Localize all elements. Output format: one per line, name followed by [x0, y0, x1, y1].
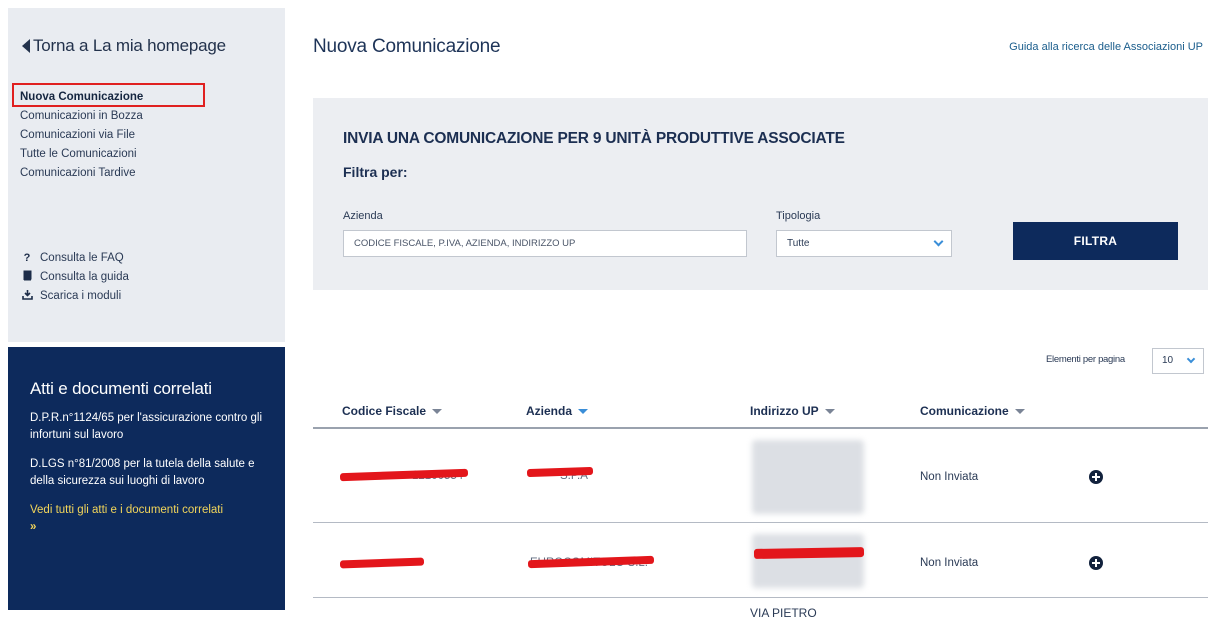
page-title: Nuova Comunicazione [313, 36, 501, 57]
sort-caret-icon [432, 408, 443, 414]
filter-by-label: Filtra per: [343, 164, 408, 180]
chevron-down-icon [1186, 354, 1196, 364]
help-links: ? Consulta le FAQ Consulta la guida Scar… [20, 248, 129, 305]
guide-link-sidebar[interactable]: Consulta la guida [20, 267, 129, 286]
azienda-search-input[interactable]: CODICE FISCALE, P.IVA, AZIENDA, INDIRIZZ… [343, 230, 747, 257]
sort-caret-icon [824, 408, 835, 414]
related-documents-title: Atti e documenti correlati [30, 379, 212, 398]
download-modules-link[interactable]: Scarica i moduli [20, 286, 129, 305]
blurred-address [752, 440, 864, 514]
see-all-related-label: Vedi tutti gli atti e i documenti correl… [30, 504, 224, 516]
sort-caret-icon [578, 408, 589, 414]
related-doc-link-dlgs[interactable]: D.LGS n°81/2008 per la tutela della salu… [30, 456, 273, 490]
faq-link[interactable]: ? Consulta le FAQ [20, 248, 129, 267]
column-header-label: Codice Fiscale [342, 404, 427, 418]
tipologia-label: Tipologia [776, 210, 821, 222]
double-chevron-right-icon: » [30, 521, 37, 533]
add-circle-icon[interactable] [1089, 470, 1103, 484]
sidebar-item-tutte-comunicazioni[interactable]: Tutte le Comunicazioni [20, 145, 143, 164]
guide-associazioni-link[interactable]: Guida alla ricerca delle Associazioni UP [1009, 41, 1203, 53]
next-row-address: VIA PIETRO [750, 606, 817, 620]
row-divider [313, 597, 1208, 598]
faq-link-label: Consulta le FAQ [40, 251, 124, 264]
items-per-page-label: Elementi per pagina [1046, 354, 1125, 365]
column-header-label: Comunicazione [920, 404, 1009, 418]
column-header-codice-fiscale[interactable]: Codice Fiscale [342, 404, 443, 418]
tipologia-select[interactable]: Tutte [776, 230, 952, 257]
column-header-label: Indirizzo UP [750, 404, 819, 418]
add-circle-icon[interactable] [1089, 556, 1103, 570]
filter-panel-heading: INVIA UNA COMUNICAZIONE PER 9 UNITÀ PROD… [343, 130, 845, 147]
back-to-homepage-link[interactable]: Torna a La mia homepage [22, 36, 226, 56]
sort-caret-icon [1014, 408, 1025, 414]
filter-panel: INVIA UNA COMUNICAZIONE PER 9 UNITÀ PROD… [313, 98, 1208, 290]
see-all-related-link[interactable]: Vedi tutti gli atti e i documenti correl… [30, 502, 273, 536]
redaction-mark [339, 557, 425, 569]
book-icon [20, 270, 34, 284]
back-link-label: Torna a La mia homepage [33, 36, 226, 55]
related-documents-panel: Atti e documenti correlati D.P.R.n°1124/… [8, 347, 285, 610]
row-divider [313, 522, 1208, 523]
download-icon [20, 289, 34, 303]
sidebar-item-comunicazioni-file[interactable]: Comunicazioni via File [20, 126, 143, 145]
related-doc-link-dpr[interactable]: D.P.R.n°1124/65 per l'assicurazione cont… [30, 410, 273, 444]
caret-left-icon [22, 39, 30, 53]
sidebar-item-comunicazioni-bozza[interactable]: Comunicazioni in Bozza [20, 107, 143, 126]
sidebar-item-comunicazioni-tardive[interactable]: Comunicazioni Tardive [20, 164, 143, 183]
download-modules-label: Scarica i moduli [40, 289, 122, 302]
items-per-page-select[interactable]: 10 [1152, 348, 1204, 374]
question-icon: ? [23, 251, 31, 264]
redaction-mark [753, 547, 865, 559]
column-header-comunicazione[interactable]: Comunicazione [920, 404, 1025, 418]
guide-link-label: Consulta la guida [40, 270, 129, 283]
comunicazione-status: Non Inviata [920, 557, 979, 569]
chevron-down-icon [933, 236, 944, 247]
blurred-address [752, 534, 864, 588]
column-header-azienda[interactable]: Azienda [526, 404, 589, 418]
filtra-button[interactable]: FILTRA [1013, 222, 1178, 260]
items-per-page-value: 10 [1162, 355, 1174, 366]
active-item-highlight [12, 83, 205, 107]
comunicazione-status: Non Inviata [920, 471, 979, 483]
column-header-label: Azienda [526, 404, 573, 418]
tipologia-selected-value: Tutte [787, 238, 810, 249]
table-header-divider [313, 427, 1208, 429]
column-header-indirizzo-up[interactable]: Indirizzo UP [750, 404, 835, 418]
azienda-label: Azienda [343, 210, 383, 222]
